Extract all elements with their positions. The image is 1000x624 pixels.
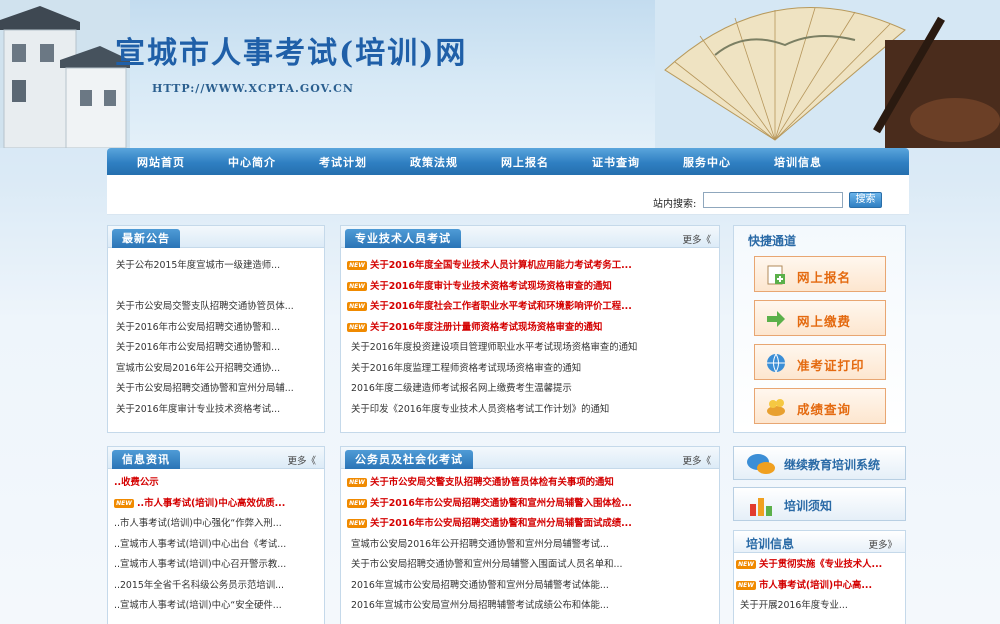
online-payment-button[interactable]: 网上缴费 <box>754 300 886 336</box>
training-info-list: NEW 关于贯彻实施《专业技术人... NEW 市人事考试(培训)中心高... 关于… <box>736 555 901 617</box>
panel-title: 培训信息 <box>746 537 795 551</box>
list-item[interactable]: 关于2016年度审计专业技术资格考试... <box>116 400 320 421</box>
site-url: HTTP://WWW.XCPTA.GOV.CN <box>152 82 354 95</box>
list-item[interactable]: ..市人事考试(培训)中心强化“作弊入刑... <box>114 514 320 535</box>
list-item[interactable]: NEW 关于2016年市公安局招聘交通协警和宣州分局辅警面试成绩... <box>347 514 715 535</box>
nav-item-service-center[interactable]: 服务中心 <box>683 154 774 170</box>
civil-service-exams-panel: 公务员及社会化考试 更多《 NEW 关于市公安局交警支队招聘交通协管员体检有关事项… <box>340 446 720 624</box>
online-registration-button[interactable]: 网上报名 <box>754 256 886 292</box>
fan-illustration <box>655 0 1000 148</box>
list-item <box>116 277 320 298</box>
list-item[interactable]: 关于印发《2016年度专业技术人员资格考试工作计划》的通知 <box>347 400 715 421</box>
nav-item-training-info[interactable]: 培训信息 <box>774 154 865 170</box>
list-item[interactable]: NEW ..市人事考试(培训)中心高效优质... <box>114 494 320 515</box>
search-label: 站内搜索: <box>653 199 697 210</box>
search-bar: 站内搜索: 搜索 <box>107 175 909 215</box>
document-add-icon <box>767 265 785 285</box>
list-item[interactable]: ..宣城市人事考试(培训)中心“安全硬件... <box>114 596 320 617</box>
more-link[interactable]: 更多《 <box>287 453 316 467</box>
announcements-panel: 最新公告 关于公布2015年度宣城市一级建造师... 关于市公安局交警支队招聘交… <box>107 225 325 433</box>
new-badge-icon: NEW <box>114 498 134 508</box>
more-link[interactable]: 更多《 <box>682 453 711 467</box>
professional-exams-panel: 专业技术人员考试 更多《 NEW 关于2016年度全国专业技术人员计算机应用能力考… <box>340 225 720 433</box>
new-badge-icon: NEW <box>736 580 756 590</box>
nav-item-about[interactable]: 中心简介 <box>228 154 319 170</box>
professional-exam-list: NEW 关于2016年度全国专业技术人员计算机应用能力考试考务工... NEW 关于… <box>347 256 715 420</box>
training-notice-button[interactable]: 培训须知 <box>733 487 906 521</box>
list-item[interactable]: 宣城市公安局2016年公开招聘交通协... <box>116 359 320 380</box>
list-item[interactable]: NEW 关于2016年度全国专业技术人员计算机应用能力考试考务工... <box>347 256 715 277</box>
panel-title: 公务员及社会化考试 <box>345 450 473 469</box>
list-item[interactable]: NEW 关于2016年度社会工作者职业水平考试和环境影响评价工程... <box>347 297 715 318</box>
list-item[interactable]: 2016年宣城市公安局招聘交通协警和宣州分局辅警考试体能... <box>347 576 715 597</box>
more-link[interactable]: 更多》 <box>868 537 897 551</box>
nav-item-exam-plan[interactable]: 考试计划 <box>319 154 410 170</box>
nav-item-home[interactable]: 网站首页 <box>137 154 228 170</box>
list-item[interactable]: NEW 关于2016年度审计专业技术资格考试现场资格审查的通知 <box>347 277 715 298</box>
new-badge-icon: NEW <box>347 478 367 487</box>
nav-item-online-registration[interactable]: 网上报名 <box>501 154 592 170</box>
panel-title: 专业技术人员考试 <box>345 229 461 248</box>
panel-header: 公务员及社会化考试 更多《 <box>341 447 719 469</box>
more-link[interactable]: 更多《 <box>682 232 711 246</box>
list-item[interactable]: 关于市公安局交警支队招聘交通协管员体... <box>116 297 320 318</box>
arrow-right-icon <box>767 311 785 327</box>
list-item[interactable]: NEW 关于2016年市公安局招聘交通协警和宣州分局辅警入围体检... <box>347 494 715 515</box>
nav-item-certificate-query[interactable]: 证书查询 <box>592 154 683 170</box>
new-badge-icon: NEW <box>347 322 367 332</box>
new-badge-icon: NEW <box>347 302 367 311</box>
site-title: 宣城市人事考试(培训)网 <box>115 36 468 71</box>
panel-title: 快捷通道 <box>748 234 797 248</box>
new-badge-icon: NEW <box>347 519 367 528</box>
list-item[interactable]: 关于2016年度投资建设项目管理师职业水平考试现场资格审查的通知 <box>347 338 715 359</box>
list-item[interactable]: 关于2016年度监理工程师资格考试现场资格审查的通知 <box>347 359 715 380</box>
chat-bubbles-icon <box>747 454 775 474</box>
panel-title: 信息资讯 <box>112 450 180 469</box>
panel-header: 信息资讯 更多《 <box>108 447 324 469</box>
list-item[interactable]: ..收费公示 <box>114 473 320 494</box>
list-item[interactable]: 关于公布2015年度宣城市一级建造师... <box>116 256 320 277</box>
list-item[interactable]: NEW 关于2016年度注册计量师资格考试现场资格审查的通知 <box>347 318 715 339</box>
training-info-panel: 培训信息 更多》 NEW 关于贯彻实施《专业技术人... NEW 市人事考试(培训)… <box>733 530 906 624</box>
globe-icon <box>767 353 785 374</box>
list-item[interactable]: 关于市公安局招聘交通协警和宣州分局辅警入围面试人员名单和... <box>347 555 715 576</box>
new-badge-icon: NEW <box>347 261 367 270</box>
bar-chart-icon <box>750 498 772 516</box>
village-illustration <box>0 0 130 148</box>
info-list: ..收费公示 NEW ..市人事考试(培训)中心高效优质... ..市人事考试(培… <box>114 473 320 617</box>
main-nav: 网站首页 中心简介 考试计划 政策法规 网上报名 证书查询 服务中心 培训信息 <box>107 148 909 175</box>
list-item[interactable]: ..2015年全省千名科级公务员示范培训... <box>114 576 320 597</box>
list-item[interactable]: ..宣城市人事考试(培训)中心召开警示教... <box>114 555 320 576</box>
civil-exam-list: NEW 关于市公安局交警支队招聘交通协管员体检有关事项的通知 NEW 关于2016年… <box>347 473 715 617</box>
new-badge-icon: NEW <box>347 281 367 291</box>
admission-ticket-print-button[interactable]: 准考证打印 <box>754 344 886 380</box>
list-item[interactable]: NEW 关于贯彻实施《专业技术人... <box>736 555 901 576</box>
panel-title: 最新公告 <box>112 229 180 248</box>
hand-coins-icon <box>767 399 785 416</box>
new-badge-icon: NEW <box>736 560 756 569</box>
nav-item-policy[interactable]: 政策法规 <box>410 154 501 170</box>
search-input[interactable] <box>703 192 843 208</box>
list-item[interactable]: 关于2016年市公安局招聘交通协警和... <box>116 338 320 359</box>
info-panel: 信息资讯 更多《 ..收费公示 NEW ..市人事考试(培训)中心高效优质... … <box>107 446 325 624</box>
list-item[interactable]: 2016年度二级建造师考试报名网上缴费考生温馨提示 <box>347 379 715 400</box>
search-button[interactable]: 搜索 <box>849 192 882 208</box>
quick-access-panel: 快捷通道 网上报名 网上缴费 准考证打印 成绩查询 <box>733 225 906 433</box>
list-item[interactable]: NEW 关于市公安局交警支队招聘交通协管员体检有关事项的通知 <box>347 473 715 494</box>
list-item[interactable]: 关于市公安局招聘交通协警和宣州分局辅... <box>116 379 320 400</box>
score-query-button[interactable]: 成绩查询 <box>754 388 886 424</box>
list-item[interactable]: 关于2016年市公安局招聘交通协警和... <box>116 318 320 339</box>
announcement-list: 关于公布2015年度宣城市一级建造师... 关于市公安局交警支队招聘交通协管员体… <box>116 256 320 420</box>
panel-header: 最新公告 <box>108 226 324 248</box>
list-item[interactable]: 关于开展2016年度专业... <box>736 596 901 617</box>
panel-header: 专业技术人员考试 更多《 <box>341 226 719 248</box>
list-item[interactable]: 2016年宣城市公安局宣州分局招聘辅警考试成绩公布和体能... <box>347 596 715 617</box>
new-badge-icon: NEW <box>347 498 367 508</box>
panel-header: 培训信息 更多》 <box>734 531 905 553</box>
list-item[interactable]: NEW 市人事考试(培训)中心高... <box>736 576 901 597</box>
continuing-education-button[interactable]: 继续教育培训系统 <box>733 446 906 480</box>
list-item[interactable]: ..宣城市人事考试(培训)中心出台《考试... <box>114 535 320 556</box>
list-item[interactable]: 宣城市公安局2016年公开招聘交通协警和宣州分局辅警考试... <box>347 535 715 556</box>
header-banner: 宣城市人事考试(培训)网 HTTP://WWW.XCPTA.GOV.CN <box>0 0 1000 148</box>
